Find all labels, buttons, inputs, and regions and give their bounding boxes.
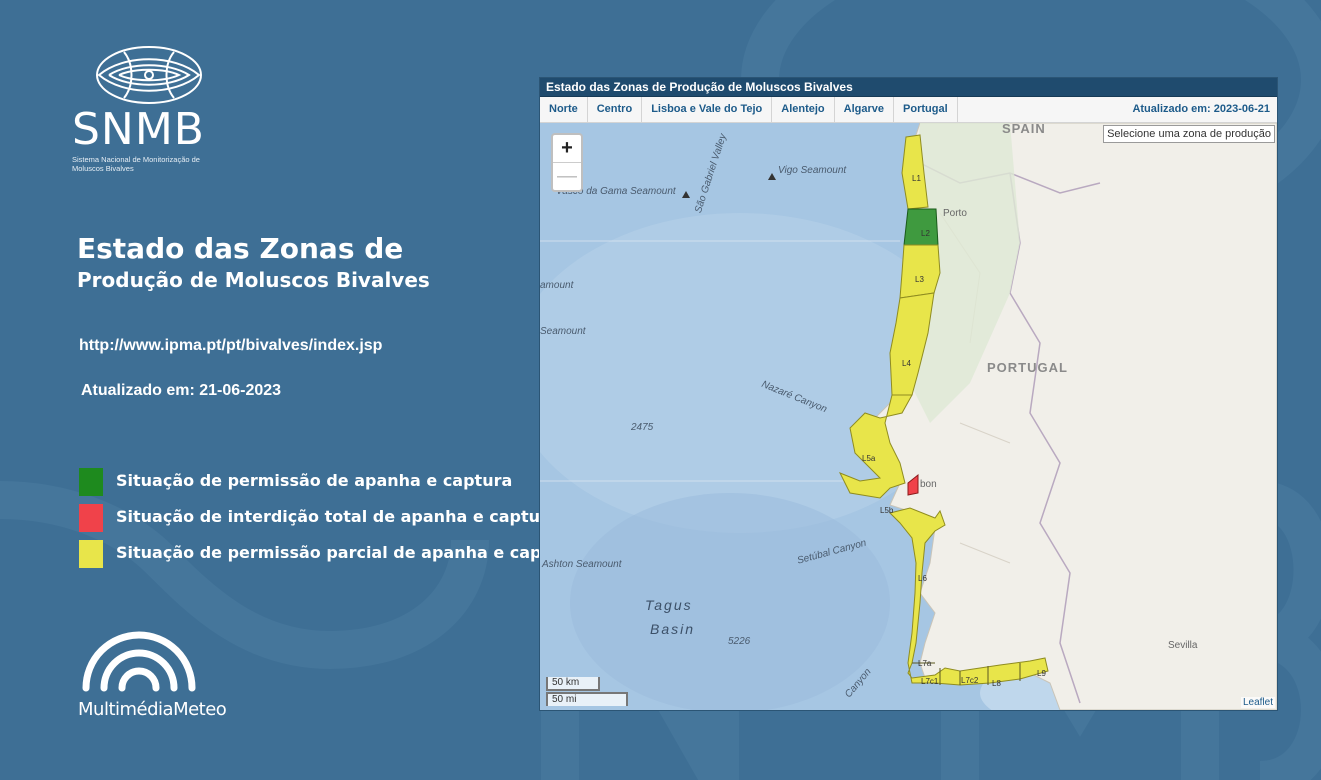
- tab-norte[interactable]: Norte: [540, 97, 588, 122]
- zone-label-l9[interactable]: L9: [1037, 669, 1046, 678]
- scale-bar: 50 km 50 mi: [546, 677, 628, 706]
- scale-km: 50 km: [546, 677, 600, 691]
- zone-select-dropdown[interactable]: Selecione uma zona de produção: [1103, 125, 1275, 143]
- tab-portugal[interactable]: Portugal: [894, 97, 958, 122]
- signal-arcs-icon: [82, 631, 196, 692]
- title-line-2: Produção de Moluscos Bivalves: [77, 268, 430, 292]
- map-label-spain: SPAIN: [1002, 123, 1046, 136]
- zoom-in-button[interactable]: +: [553, 135, 581, 162]
- multimedia-meteo-text: MultimédiaMeteo: [78, 699, 227, 720]
- legend-label: Situação de interdição total de apanha e…: [116, 507, 559, 526]
- map-widget: Estado das Zonas de Produção de Moluscos…: [540, 78, 1277, 710]
- title-line-1: Estado das Zonas de: [77, 232, 404, 265]
- map-label-sevilla: Sevilla: [1168, 640, 1198, 651]
- legend-label: Situação de permissão de apanha e captur…: [116, 471, 513, 490]
- zone-label-l4[interactable]: L4: [902, 359, 911, 368]
- tab-centro[interactable]: Centro: [588, 97, 643, 122]
- map-label-portugal: PORTUGAL: [987, 360, 1068, 375]
- map-label-tagus-1: Tagus: [645, 597, 693, 613]
- zone-label-l7c2[interactable]: L7c2: [961, 676, 978, 685]
- zone-label-l5b[interactable]: L5b: [880, 506, 893, 515]
- map-label-seamount-2: Seamount: [540, 326, 586, 337]
- updated-date: Atualizado em: 21-06-2023: [81, 382, 282, 399]
- tab-lisboa-vale-tejo[interactable]: Lisboa e Vale do Tejo: [642, 97, 773, 122]
- page-title: Estado das Zonas de Produção de Moluscos…: [77, 232, 430, 294]
- map-canvas[interactable]: SPAIN PORTUGAL Porto bon Sevilla Vigo Se…: [540, 123, 1277, 710]
- source-url[interactable]: http://www.ipma.pt/pt/bivalves/index.jsp: [79, 337, 382, 355]
- zoom-control: + —: [551, 133, 583, 192]
- map-label-ashton-seamount: Ashton Seamount: [542, 559, 622, 570]
- snmb-logo: SNMB Sistema Nacional de Monitorização d…: [72, 44, 232, 173]
- logo-full-name: Sistema Nacional de Monitorização de Mol…: [72, 155, 200, 173]
- map-label-depth-2475: 2475: [631, 422, 654, 433]
- zone-label-l1[interactable]: L1: [912, 174, 921, 183]
- legend-swatch-red: [79, 504, 103, 532]
- zone-label-l5a[interactable]: L5a: [862, 454, 875, 463]
- tab-algarve[interactable]: Algarve: [835, 97, 895, 122]
- logo-abbreviation: SNMB: [72, 104, 205, 155]
- shell-logo-icon: [96, 46, 202, 104]
- leaflet-attribution-link[interactable]: Leaflet: [1240, 697, 1275, 708]
- multimedia-meteo-logo: MultimédiaMeteo: [78, 626, 227, 720]
- zoom-out-button[interactable]: —: [553, 162, 581, 190]
- zone-label-l2[interactable]: L2: [921, 229, 930, 238]
- map-label-vigo-seamount: Vigo Seamount: [778, 165, 847, 176]
- zone-label-l3[interactable]: L3: [915, 275, 924, 284]
- widget-title: Estado das Zonas de Produção de Moluscos…: [540, 78, 1277, 97]
- zone-label-l6[interactable]: L6: [918, 574, 927, 583]
- zone-label-l8[interactable]: L8: [992, 679, 1001, 688]
- tab-alentejo[interactable]: Alentejo: [772, 97, 835, 122]
- legend-swatch-green: [79, 468, 103, 496]
- region-nav: Norte Centro Lisboa e Vale do Tejo Alent…: [540, 97, 1277, 123]
- zone-label-l7c1[interactable]: L7c1: [921, 677, 938, 686]
- legend-label: Situação de permissão parcial de apanha …: [116, 543, 580, 562]
- map-label-porto: Porto: [943, 208, 967, 219]
- legend-swatch-yellow: [79, 540, 103, 568]
- zone-label-l7a[interactable]: L7a: [918, 659, 931, 668]
- map-label-lisbon: bon: [920, 479, 937, 490]
- map-label-tagus-2: Basin: [650, 621, 696, 637]
- widget-updated-date: Atualizado em: 2023-06-21: [1132, 103, 1270, 115]
- map-label-depth-5226: 5226: [728, 636, 751, 647]
- scale-mi: 50 mi: [546, 692, 628, 706]
- map-label-seamount-1: amount: [540, 280, 574, 291]
